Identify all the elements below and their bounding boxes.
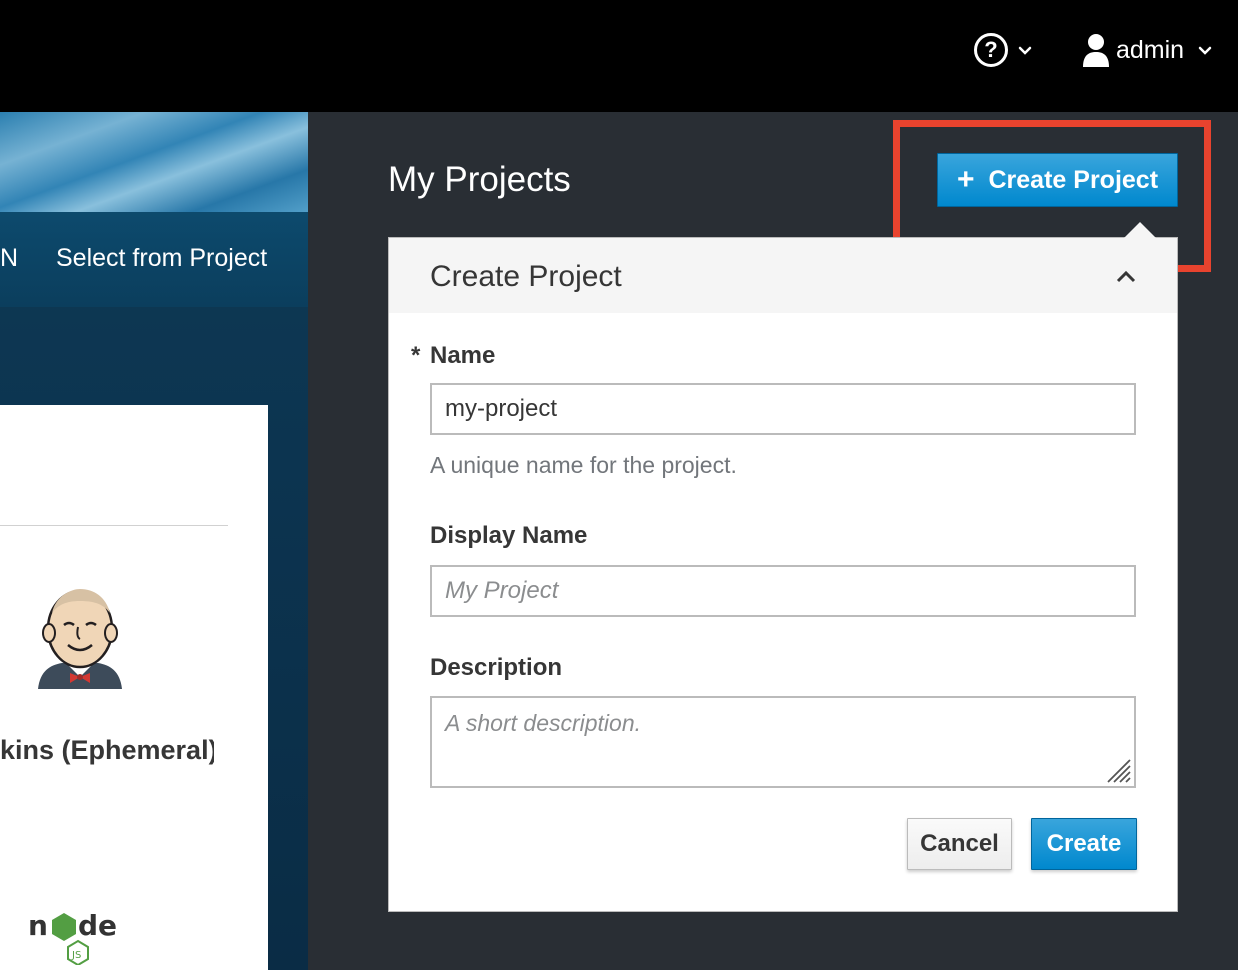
page-title: My Projects <box>388 160 571 199</box>
required-indicator: * <box>411 342 421 369</box>
cancel-button[interactable]: Cancel <box>907 818 1012 870</box>
nodejs-logo-icon[interactable]: n de JS <box>28 905 132 965</box>
display-name-input[interactable] <box>430 565 1136 617</box>
description-label: Description <box>430 654 563 681</box>
name-label: Name <box>430 342 496 369</box>
chevron-down-icon <box>1018 46 1032 55</box>
popover-header: Create Project <box>389 238 1177 313</box>
help-menu[interactable]: ? <box>974 32 1034 68</box>
svg-text:n: n <box>28 909 48 942</box>
user-icon <box>1083 34 1109 67</box>
chevron-down-icon <box>1198 46 1212 55</box>
help-icon: ? <box>974 33 1008 67</box>
resize-handle-icon[interactable] <box>1104 756 1132 784</box>
popover-arrow <box>1124 222 1156 238</box>
close-icon[interactable] <box>1115 266 1137 288</box>
user-name: admin <box>1116 35 1185 64</box>
tab-select-from-project[interactable]: Select from Project <box>56 244 267 273</box>
name-input[interactable] <box>430 383 1136 435</box>
divider <box>0 525 228 526</box>
masthead: ? admin <box>0 0 1238 112</box>
hero-banner <box>0 112 308 212</box>
create-button[interactable]: Create <box>1031 818 1137 870</box>
name-help-text: A unique name for the project. <box>430 452 737 478</box>
create-project-popover: Create Project * Name A unique name for … <box>388 222 1178 912</box>
catalog-item-title[interactable]: kins (Ephemeral) <box>0 735 214 766</box>
catalog-card: kins (Ephemeral) n de JS <box>0 405 268 970</box>
description-textarea[interactable] <box>430 696 1136 788</box>
user-menu[interactable]: admin <box>1082 30 1214 70</box>
jenkins-logo-icon[interactable] <box>32 585 128 689</box>
popover-title: Create Project <box>430 260 622 293</box>
svg-text:JS: JS <box>71 950 81 961</box>
display-name-label: Display Name <box>430 522 588 549</box>
catalog-panel: N Select from Project kins (Ephemeral) n… <box>0 112 308 970</box>
tab-fragment[interactable]: N <box>0 244 18 273</box>
svg-text:de: de <box>78 909 117 942</box>
